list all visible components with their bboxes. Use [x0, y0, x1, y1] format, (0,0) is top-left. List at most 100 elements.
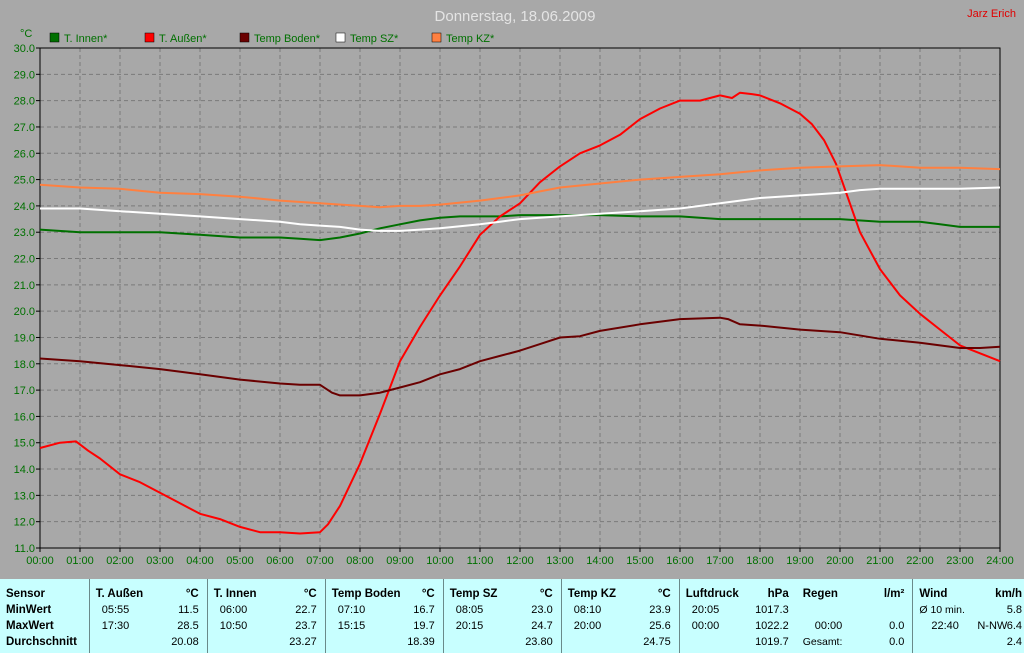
- x-tick-label: 09:00: [386, 555, 414, 567]
- x-tick-label: 23:00: [946, 555, 974, 567]
- x-tick-label: 07:00: [306, 555, 334, 567]
- y-tick-label: 16.0: [14, 411, 35, 423]
- legend-label: T. Außen*: [159, 33, 207, 45]
- stats-min-time: 20:05: [691, 604, 720, 616]
- stats-label-avg: Durchschnitt: [6, 636, 77, 648]
- stats-min-time: 05:55: [101, 604, 130, 616]
- stats-wind-direction: N-NW: [977, 620, 1008, 632]
- stats-column-wind: Wind km/h Ø 10 min. 5.8 22:40 N-NW 6.4 2…: [913, 579, 1024, 653]
- stats-label-max: MaxWert: [6, 620, 54, 632]
- x-tick-label: 10:00: [426, 555, 454, 567]
- chart-grid: [40, 48, 1000, 548]
- stats-min-time: 07:10: [337, 604, 366, 616]
- stats-avg-value: 5.8: [1006, 604, 1023, 616]
- stats-max-time: 15:15: [337, 620, 366, 632]
- legend: T. Innen* T. Außen* Temp Boden* Temp SZ* Tem…: [49, 32, 495, 45]
- stats-col-unit: °C: [657, 588, 671, 600]
- legend-swatch: [335, 32, 346, 43]
- stats-label-min: MinWert: [6, 604, 52, 616]
- stats-max-time: 00:00: [814, 620, 843, 632]
- stats-col-name: Luftdruck: [685, 588, 739, 600]
- x-tick-label: 03:00: [146, 555, 174, 567]
- stats-max-value: 0.0: [889, 620, 905, 632]
- y-tick-label: 18.0: [14, 359, 35, 371]
- series-line-2: [39, 91, 1001, 535]
- stats-column: Luftdruck hPa 20:05 1017.3 00:00 1022.2 1019.7: [680, 579, 797, 653]
- stats-total-label: Gesamt:: [802, 636, 843, 648]
- stats-max-time: 17:30: [101, 620, 130, 632]
- stats-col-unit: l/m²: [883, 588, 905, 600]
- stats-max-value: 28.5: [177, 620, 199, 632]
- series-line-5: [39, 164, 1001, 209]
- y-tick-label: 30.0: [14, 43, 35, 55]
- stats-max-value: 19.7: [413, 620, 435, 632]
- stats-col-name: Wind: [919, 588, 948, 600]
- x-tick-label: 17:00: [706, 555, 734, 567]
- stats-col-name: T. Außen: [95, 588, 144, 600]
- stats-max-value: 23.7: [295, 620, 317, 632]
- y-tick-label: 21.0: [14, 280, 35, 292]
- stats-total-value: 0.0: [889, 636, 905, 648]
- legend-swatch: [239, 32, 250, 43]
- chart-title: Donnerstag, 18.06.2009: [435, 8, 596, 25]
- temperature-chart: Donnerstag, 18.06.2009 Jarz Erich °C T. …: [14, 8, 1016, 567]
- x-tick-label: 11:00: [467, 555, 494, 567]
- legend-label: T. Innen*: [64, 33, 108, 45]
- stats-column: Temp Boden °C 07:10 16.7 15:15 19.7 18.39: [326, 579, 444, 653]
- stats-max-time: 20:15: [455, 620, 484, 632]
- stats-max-time: 22:40: [931, 620, 959, 632]
- y-tick-label: 19.0: [14, 332, 35, 344]
- stats-min-time: 06:00: [219, 604, 248, 616]
- stats-min-value: 23.0: [531, 604, 553, 616]
- stats-avg-value: 23.80: [525, 636, 553, 648]
- x-axis: 00:00 01:00 02:00 03:00 04:00 05:00 06:00 07:00…: [26, 548, 1014, 567]
- stats-min-value: 22.7: [295, 604, 317, 616]
- stats-avg-value: 20.08: [171, 636, 199, 648]
- statistics-panel: Sensor MinWert MaxWert Durchschnitt T. A…: [0, 579, 1024, 653]
- stats-max-value: 6.4: [1006, 620, 1023, 632]
- x-tick-label: 13:00: [546, 555, 574, 567]
- stats-column: T. Innen °C 06:00 22.7 10:50 23.7 23.27: [208, 579, 326, 653]
- y-tick-label: 23.0: [14, 227, 35, 239]
- stats-avg-value: 24.75: [643, 636, 671, 648]
- y-axis: 11.0 12.0 13.0 14.0 15.0 16.0 17.0 18.0 19.0 20.0…: [14, 43, 40, 555]
- x-tick-label: 08:00: [346, 555, 374, 567]
- legend-label: Temp Boden*: [254, 33, 321, 45]
- y-tick-label: 17.0: [14, 385, 35, 397]
- author-label: Jarz Erich: [967, 8, 1016, 20]
- stats-day-avg: 2.4: [1006, 636, 1023, 648]
- stats-max-time: 00:00: [691, 620, 720, 632]
- stats-min-time: 08:10: [573, 604, 602, 616]
- stats-col-unit: hPa: [767, 588, 789, 600]
- stats-column: Temp KZ °C 08:10 23.9 20:00 25.6 24.75: [562, 579, 680, 653]
- x-tick-label: 12:00: [506, 555, 534, 567]
- stats-max-time: 20:00: [573, 620, 602, 632]
- x-tick-label: 01:00: [66, 555, 94, 567]
- y-tick-label: 22.0: [14, 254, 35, 266]
- stats-col-unit: °C: [303, 588, 317, 600]
- legend-label: Temp SZ*: [350, 33, 399, 45]
- stats-col-name: Temp SZ: [449, 588, 498, 600]
- stats-col-name: Temp Boden: [331, 588, 401, 600]
- y-tick-label: 15.0: [14, 438, 35, 450]
- x-tick-label: 15:00: [626, 555, 654, 567]
- x-tick-label: 21:00: [866, 555, 894, 567]
- stats-column: Temp SZ °C 08:05 23.0 20:15 24.7 23.80: [444, 579, 562, 653]
- legend-label: Temp KZ*: [446, 33, 495, 45]
- y-tick-label: 14.0: [14, 464, 35, 476]
- x-tick-label: 02:00: [106, 555, 134, 567]
- stats-row-labels: Sensor MinWert MaxWert Durchschnitt: [0, 579, 90, 653]
- stats-max-value: 24.7: [531, 620, 553, 632]
- y-tick-label: 11.0: [14, 543, 35, 555]
- x-tick-label: 05:00: [226, 555, 254, 567]
- x-tick-label: 14:00: [586, 555, 614, 567]
- stats-col-name: Temp KZ: [567, 588, 617, 600]
- stats-min-value: 1017.3: [755, 604, 789, 616]
- stats-col-name: T. Innen: [213, 588, 257, 600]
- x-tick-label: 19:00: [786, 555, 814, 567]
- stats-column: T. Außen °C 05:55 11.5 17:30 28.5 20.08: [90, 579, 208, 653]
- x-tick-label: 04:00: [186, 555, 214, 567]
- y-tick-label: 27.0: [14, 122, 35, 134]
- y-tick-label: 12.0: [14, 517, 35, 529]
- x-tick-label: 24:00: [986, 555, 1014, 567]
